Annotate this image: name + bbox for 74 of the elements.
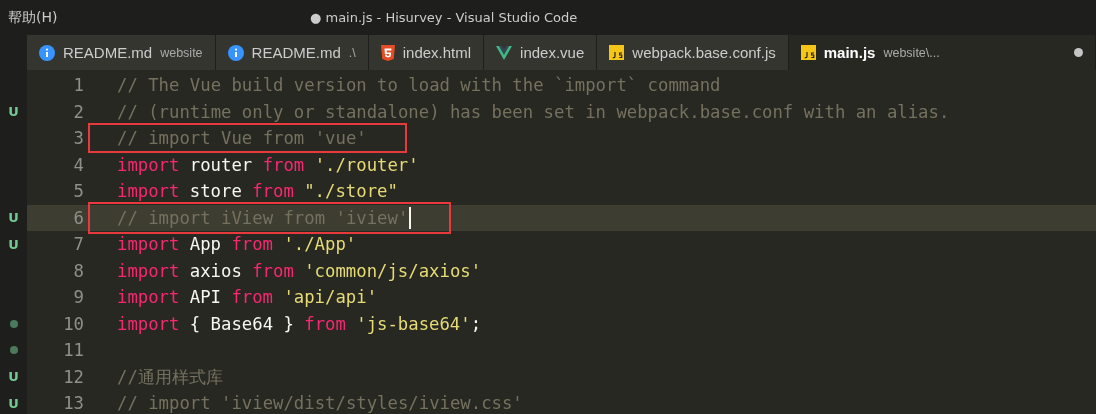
editor-tab[interactable]: README.md website	[27, 35, 216, 70]
editor-tab[interactable]: index.vue	[484, 35, 598, 70]
code-token: API	[189, 287, 222, 308]
info-icon	[39, 44, 55, 61]
code-token: './App'	[283, 234, 357, 255]
code-token: // (runtime only or standalone) has been set in webpack.base.conf with an alias.	[117, 101, 950, 122]
change-dot-icon	[9, 319, 18, 328]
code-token: // import Vue from 'vue'	[117, 128, 367, 149]
text-cursor	[409, 206, 412, 229]
tab-label: main.js	[823, 44, 876, 61]
code-token: from	[231, 234, 274, 255]
tab-label: webpack.base.conf.js	[632, 44, 776, 61]
code-token: import	[117, 181, 180, 202]
tab-description: website\...	[883, 45, 940, 60]
code-token: 'api/api'	[283, 287, 378, 308]
tab-description: website	[160, 45, 203, 60]
change-dot-icon	[9, 346, 18, 355]
code-token: ;	[470, 313, 482, 334]
code-token: 'common/js/axios'	[304, 260, 482, 281]
tab-description: .\	[348, 45, 356, 60]
untracked-marker: U	[8, 210, 19, 226]
line-number: 2	[72, 101, 84, 122]
code-token: import	[117, 260, 180, 281]
editor-tab[interactable]: index.html	[368, 35, 485, 70]
line-number: 5	[72, 181, 84, 202]
code-token: from	[231, 287, 274, 308]
code-token: "./store"	[304, 181, 398, 202]
tab-label: README.md	[63, 44, 153, 61]
editor-tab[interactable]: main.js website\...	[788, 35, 1096, 70]
line-number: 13	[62, 393, 84, 414]
code-token: App	[189, 234, 222, 255]
html5-icon	[380, 44, 395, 61]
code-token: from	[262, 154, 305, 175]
line-number: 6	[72, 207, 84, 228]
code-token: from	[252, 260, 294, 281]
code-token: { Base64 }	[189, 313, 294, 334]
code-token: axios	[189, 260, 242, 281]
editor-tab[interactable]: README.md .\	[215, 35, 369, 70]
line-number: 8	[72, 260, 84, 281]
code-token: store	[189, 181, 242, 202]
code-token: router	[189, 154, 253, 175]
line-number: 9	[72, 287, 84, 308]
tab-label: index.vue	[520, 44, 585, 61]
line-number: 3	[72, 128, 84, 149]
untracked-marker: U	[8, 369, 19, 385]
untracked-marker: U	[8, 395, 19, 411]
line-number: 1	[72, 75, 84, 96]
code-token: from	[304, 313, 346, 334]
code-token: import	[117, 313, 180, 334]
code-token: //通用样式库	[117, 365, 223, 389]
code-token: import	[117, 234, 180, 255]
js-file-icon	[609, 45, 625, 60]
menu-item[interactable]: 帮助(H)	[0, 8, 66, 27]
vue-icon	[496, 45, 513, 60]
code-token: './router'	[314, 154, 419, 175]
code-token: from	[252, 181, 294, 202]
code-token: // import 'iview/dist/styles/iview.css'	[117, 393, 523, 414]
code-token: import	[117, 154, 180, 175]
tab-label: README.md	[251, 44, 341, 61]
line-number: 4	[72, 154, 84, 175]
line-number: 10	[62, 313, 84, 334]
code-token: 'js-base64'	[356, 313, 471, 334]
code-token: // The Vue build version to load with the `import` command	[117, 75, 721, 96]
tab-label: index.html	[402, 44, 472, 61]
window-title: ● main.js - Hisurvey - Visual Studio Code	[310, 10, 578, 25]
line-number: 12	[62, 366, 84, 387]
info-icon	[227, 44, 244, 61]
editor-tab[interactable]: webpack.base.conf.js	[597, 35, 789, 70]
js-file-icon	[800, 45, 816, 60]
code-token: import	[117, 287, 180, 308]
untracked-marker: U	[8, 236, 19, 252]
untracked-marker: U	[8, 104, 19, 120]
line-number: 7	[72, 234, 84, 255]
line-number: 11	[62, 340, 84, 361]
